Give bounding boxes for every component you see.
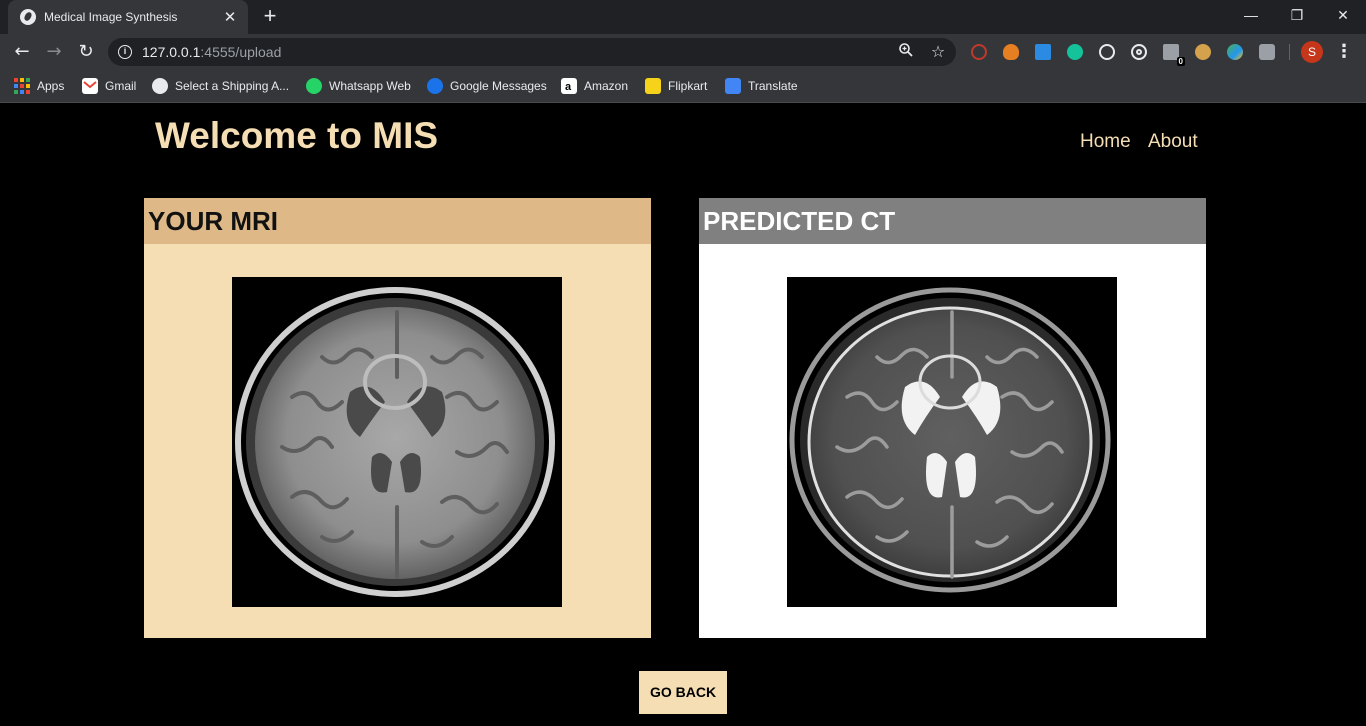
extension-badge: 0 (1176, 57, 1185, 66)
bookmark-shipping[interactable]: Select a Shipping A... (152, 77, 289, 95)
reload-button[interactable]: ↻ (74, 40, 98, 64)
bookmarks-bar: Apps Gmail Select a Shipping A... Whatsa… (0, 70, 1366, 103)
bookmark-google-messages[interactable]: Google Messages (427, 77, 547, 95)
ct-panel-body (699, 244, 1206, 638)
bookmark-label: Amazon (584, 79, 629, 93)
bookmark-amazon[interactable]: a Amazon (561, 77, 628, 95)
address-bar[interactable]: i 127.0.0.1:4555/upload ☆ (108, 38, 956, 66)
url-text[interactable]: 127.0.0.1:4555/upload (142, 44, 281, 60)
profile-avatar[interactable]: S (1301, 41, 1323, 63)
tab-strip: Medical Image Synthesis ✕ + — ❐ ✕ (0, 0, 1366, 34)
amazon-icon: a (561, 78, 577, 94)
bookmark-label: Flipkart (668, 79, 708, 93)
ct-panel-heading: PREDICTED CT (699, 198, 1206, 244)
go-back-button[interactable]: GO BACK (639, 671, 727, 714)
bookmark-label: Apps (37, 79, 65, 93)
forward-button[interactable]: → (42, 40, 66, 64)
tag-extension-icon[interactable]: 0 (1163, 44, 1185, 66)
svg-text:a: a (565, 81, 572, 93)
fire-extension-icon[interactable] (1003, 44, 1019, 60)
nav-home-link[interactable]: Home (1080, 131, 1131, 153)
messages-icon (427, 78, 443, 94)
color-extension-icon[interactable] (1227, 44, 1243, 60)
tab-close-icon[interactable]: ✕ (222, 9, 238, 25)
blocked-extension-icon[interactable] (971, 44, 987, 60)
bookmark-gmail[interactable]: Gmail (82, 77, 136, 95)
url-path: :4555/upload (200, 44, 282, 60)
page-content: Welcome to MIS Home About YOUR MRI PREDI… (0, 103, 1366, 726)
url-host: 127.0.0.1 (142, 44, 201, 60)
cookie-extension-icon[interactable] (1195, 44, 1211, 60)
apps-grid-icon (14, 78, 30, 94)
back-button[interactable]: ← (10, 40, 34, 64)
browser-tab[interactable]: Medical Image Synthesis ✕ (8, 0, 248, 34)
ct-panel: PREDICTED CT (699, 198, 1206, 638)
bookmark-whatsapp[interactable]: Whatsapp Web (306, 77, 411, 95)
restore-button[interactable]: ❐ (1274, 0, 1320, 30)
camera-extension-icon[interactable] (1259, 44, 1275, 60)
bookmark-flipkart[interactable]: Flipkart (645, 77, 707, 95)
mri-panel-body (144, 244, 651, 638)
tab-title: Medical Image Synthesis (44, 10, 178, 24)
toolbar-divider (1289, 44, 1290, 60)
translate-icon (725, 78, 741, 94)
bookmark-star-icon[interactable]: ☆ (928, 42, 948, 62)
bookmark-translate[interactable]: Translate (725, 77, 798, 95)
new-tab-button[interactable]: + (258, 5, 282, 29)
window-close-button[interactable]: ✕ (1320, 0, 1366, 30)
minimize-button[interactable]: — (1228, 0, 1274, 30)
bookmark-label: Translate (748, 79, 798, 93)
target-extension-icon[interactable] (1131, 44, 1147, 60)
flipkart-icon (645, 78, 661, 94)
info-icon[interactable]: i (118, 45, 132, 59)
whatsapp-icon (306, 78, 322, 94)
predicted-ct-image (787, 277, 1117, 607)
window-extension-icon[interactable] (1035, 44, 1051, 60)
globe-icon (20, 9, 36, 25)
bookmark-label: Whatsapp Web (329, 79, 411, 93)
mri-panel: YOUR MRI (144, 198, 651, 638)
bookmark-apps[interactable]: Apps (14, 77, 64, 95)
browser-menu-icon[interactable]: ⋮ (1334, 40, 1354, 64)
bookmark-label: Select a Shipping A... (175, 79, 290, 93)
browser-toolbar: ← → ↻ i 127.0.0.1:4555/upload ☆ 0 S ⋮ (0, 34, 1366, 70)
globe-icon (152, 78, 168, 94)
bookmark-label: Google Messages (450, 79, 547, 93)
bookmark-label: Gmail (105, 79, 137, 93)
grammarly-extension-icon[interactable] (1067, 44, 1083, 60)
site-title: Welcome to MIS (155, 115, 439, 156)
mri-panel-heading: YOUR MRI (144, 198, 651, 244)
gmail-icon (82, 78, 98, 94)
nav-about-link[interactable]: About (1148, 131, 1198, 153)
mri-brain-image (232, 277, 562, 607)
react-devtools-icon[interactable] (1099, 44, 1115, 60)
zoom-icon[interactable] (896, 42, 916, 62)
